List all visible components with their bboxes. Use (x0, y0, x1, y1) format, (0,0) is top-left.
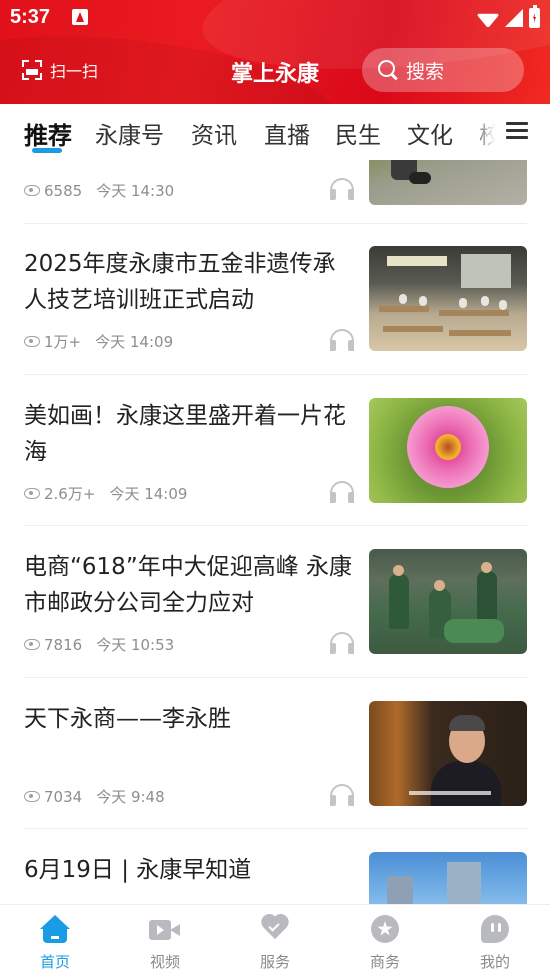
search-bar[interactable]: 搜索 (362, 48, 524, 92)
nav-label: 商务 (369, 953, 400, 971)
divider (24, 828, 527, 829)
news-feed[interactable]: 6585 今天 14:30 2025年度永康市五金非遗传承人技艺培训班正式启动 … (0, 160, 550, 904)
nav-video[interactable]: 视频 (110, 905, 220, 979)
status-time: 5:37 (10, 6, 51, 28)
active-tab-indicator (32, 148, 62, 153)
divider (24, 374, 527, 375)
tab-live[interactable]: 直播 (264, 116, 310, 150)
news-meta: 7816 今天 10:53 (24, 634, 174, 655)
tab-fade (470, 104, 506, 160)
news-thumbnail (369, 549, 527, 654)
news-title: 6月19日 | 永康早知道 (24, 857, 252, 883)
signal-icon (505, 9, 523, 27)
tab-culture[interactable]: 文化 (407, 116, 453, 150)
nav-home[interactable]: 首页 (0, 905, 110, 979)
publish-time: 今天 14:30 (96, 182, 175, 200)
search-label: 搜索 (406, 60, 445, 83)
nav-label: 视频 (149, 953, 180, 971)
publish-time: 今天 9:48 (96, 788, 165, 806)
divider (24, 525, 527, 526)
tab-recommend[interactable]: 推荐 (24, 116, 72, 151)
news-title: 2025年度永康市五金非遗传承人技艺培训班正式启动 (24, 251, 336, 313)
listen-headphone-icon[interactable] (330, 481, 354, 503)
views-eye-icon (24, 488, 40, 499)
notification-icon (72, 9, 88, 25)
search-icon (378, 60, 398, 80)
divider (24, 223, 527, 224)
nav-business[interactable]: 商务 (330, 905, 440, 979)
scan-button[interactable]: 扫一扫 (22, 58, 98, 82)
channel-menu-icon[interactable] (506, 120, 528, 142)
nav-service[interactable]: 服务 (220, 905, 330, 979)
app-header: 5:37 扫一扫 掌上永康 搜索 (0, 0, 550, 104)
channel-tabs: 推荐 永康号 资讯 直播 民生 文化 校 (0, 104, 550, 160)
news-thumbnail (369, 398, 527, 503)
news-title: 电商“618”年中大促迎高峰 永康市邮政分公司全力应对 (24, 554, 353, 616)
business-star-icon (369, 915, 401, 945)
status-bar: 5:37 (0, 0, 550, 38)
scan-icon (22, 60, 42, 80)
news-thumbnail (369, 160, 527, 205)
nav-label: 我的 (479, 953, 510, 971)
bottom-navigation: 首页 视频 服务 商务 我的 (0, 904, 550, 979)
news-meta: 7034 今天 9:48 (24, 786, 165, 807)
nav-mine[interactable]: 我的 (440, 905, 550, 979)
publish-time: 今天 14:09 (109, 485, 188, 503)
scan-label: 扫一扫 (50, 62, 99, 81)
listen-headphone-icon[interactable] (330, 784, 354, 806)
news-thumbnail (369, 852, 527, 904)
news-meta: 6585 今天 14:30 (24, 180, 174, 201)
nav-label: 服务 (259, 953, 290, 971)
status-icons (477, 5, 540, 29)
divider (24, 677, 527, 678)
listen-headphone-icon[interactable] (330, 178, 354, 200)
profile-icon (479, 915, 511, 945)
listen-headphone-icon[interactable] (330, 329, 354, 351)
views-eye-icon (24, 336, 40, 347)
service-heart-icon (259, 915, 291, 945)
news-thumbnail (369, 701, 527, 806)
view-count: 1万+ (44, 333, 82, 351)
video-icon (149, 915, 181, 945)
nav-label: 首页 (39, 953, 70, 971)
home-icon (40, 915, 72, 945)
view-count: 7816 (44, 635, 83, 654)
publish-time: 今天 10:53 (96, 636, 175, 654)
wifi-icon (477, 9, 499, 27)
tab-yongkang-hao[interactable]: 永康号 (95, 116, 164, 150)
listen-headphone-icon[interactable] (330, 632, 354, 654)
tab-news[interactable]: 资讯 (191, 116, 237, 150)
news-meta: 1万+ 今天 14:09 (24, 331, 173, 352)
views-eye-icon (24, 791, 40, 802)
tab-livelihood[interactable]: 民生 (335, 116, 381, 150)
news-title: 天下永商——李永胜 (24, 706, 231, 732)
views-eye-icon (24, 639, 40, 650)
view-count: 7034 (44, 787, 83, 806)
battery-icon (529, 5, 540, 28)
publish-time: 今天 14:09 (95, 333, 174, 351)
views-eye-icon (24, 185, 40, 196)
view-count: 2.6万+ (44, 485, 96, 503)
news-thumbnail (369, 246, 527, 351)
view-count: 6585 (44, 181, 83, 200)
news-title: 美如画！永康这里盛开着一片花海 (24, 403, 346, 465)
news-meta: 2.6万+ 今天 14:09 (24, 483, 187, 504)
